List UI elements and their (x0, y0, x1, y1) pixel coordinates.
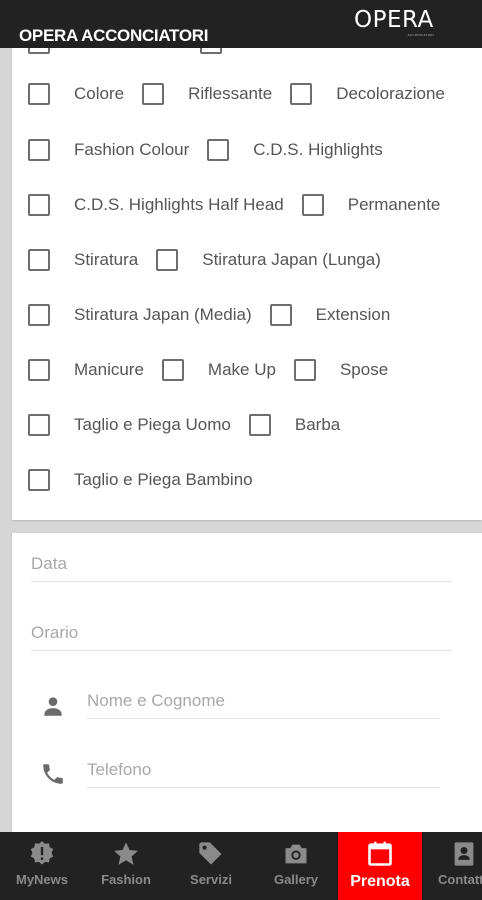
service-barba[interactable]: Barba (248, 414, 341, 436)
services-row: C.D.S. Highlights Half Head Permanente (28, 192, 458, 218)
checkbox[interactable] (293, 359, 316, 381)
service-label: Manicure (74, 360, 144, 379)
app-header: OPERA ACCONCIATORI OPERA ACCONCIATORI (0, 0, 482, 48)
checkbox[interactable] (28, 194, 50, 216)
service-label: C.D.S. Highlights (253, 140, 383, 159)
nav-item-fashion[interactable]: Fashion (84, 832, 168, 900)
checkbox[interactable] (161, 359, 184, 381)
service-label: Decolorazione (336, 84, 445, 103)
nav-item-gallery[interactable]: Gallery (254, 832, 338, 900)
service-extension[interactable]: Extension (269, 304, 391, 326)
service-label: Make Up (207, 360, 276, 379)
time-field[interactable] (31, 617, 452, 649)
service-cds-highlights-half-head[interactable]: C.D.S. Highlights Half Head (28, 194, 284, 216)
time-field-wrapper (31, 617, 452, 651)
service-taglio-piega-bambino[interactable]: Taglio e Piega Bambino (28, 469, 253, 491)
camera-icon (282, 840, 310, 868)
checkbox[interactable] (290, 83, 313, 105)
checkbox[interactable] (142, 83, 165, 105)
nav-label: MyNews (15, 872, 69, 887)
services-row: Manicure Make Up Spose (28, 357, 406, 383)
checkbox[interactable] (28, 139, 50, 161)
checkbox[interactable] (28, 359, 50, 381)
services-row: Taglio e Piega Uomo Barba (28, 412, 358, 438)
brand-logo-word: OPERA (354, 7, 434, 33)
service-cds-highlights[interactable]: C.D.S. Highlights (207, 139, 383, 161)
badge-icon (28, 840, 56, 868)
checkbox[interactable] (156, 249, 179, 271)
service-taglio-piega-uomo[interactable]: Taglio e Piega Uomo (28, 414, 231, 436)
services-row: Fashion Colour C.D.S. Highlights (28, 137, 401, 163)
phone-field[interactable] (87, 754, 440, 786)
service-manicure[interactable]: Manicure (28, 359, 144, 381)
service-label: Stiratura (74, 250, 139, 269)
service-riflessante[interactable]: Riflessante (142, 83, 272, 105)
services-row: Colore Riflessante Decolorazione (28, 81, 463, 107)
tag-icon (197, 840, 225, 868)
service-decolorazione[interactable]: Decolorazione (290, 83, 445, 105)
checkbox[interactable] (28, 304, 50, 326)
name-field[interactable] (87, 685, 440, 717)
nav-item-prenota[interactable]: Prenota (338, 832, 422, 900)
service-label: Colore (74, 84, 125, 103)
checkbox[interactable] (28, 249, 50, 271)
nav-label: Prenota (350, 873, 410, 890)
service-label: Stiratura Japan (Lunga) (202, 250, 381, 269)
nav-label: Contatti (438, 872, 482, 887)
services-card: Colore Riflessante Decolorazione Fashion… (12, 30, 482, 520)
service-label: Taglio e Piega Bambino (74, 470, 253, 489)
service-label: C.D.S. Highlights Half Head (74, 195, 284, 214)
service-stiratura[interactable]: Stiratura (28, 249, 138, 271)
checkbox[interactable] (207, 139, 230, 161)
booking-form-card (12, 533, 482, 873)
nav-item-servizi[interactable]: Servizi (168, 832, 254, 900)
calendar-icon (366, 840, 394, 868)
name-field-wrapper (87, 685, 440, 719)
service-label: Barba (294, 415, 341, 434)
service-label: Spose (339, 360, 389, 379)
checkbox[interactable] (269, 304, 292, 326)
contacts-icon (450, 840, 478, 868)
service-spose[interactable]: Spose (293, 359, 389, 381)
app-title: OPERA ACCONCIATORI (19, 26, 209, 45)
service-label: Permanente (347, 195, 441, 214)
brand-logo-sub: ACCONCIATORI (407, 33, 434, 37)
checkbox[interactable] (28, 414, 50, 436)
services-row: Taglio e Piega Bambino (28, 467, 271, 493)
service-colore[interactable]: Colore (28, 83, 124, 105)
nav-label: Fashion (101, 872, 151, 887)
person-icon (40, 693, 66, 719)
service-label: Fashion Colour (74, 140, 190, 159)
checkbox[interactable] (301, 194, 324, 216)
service-label: Stiratura Japan (Media) (74, 305, 252, 324)
checkbox[interactable] (248, 414, 271, 436)
nav-label: Servizi (190, 872, 232, 887)
brand-logo: OPERA ACCONCIATORI (354, 8, 438, 40)
services-row: Stiratura Stiratura Japan (Lunga) (28, 247, 399, 273)
nav-item-mynews[interactable]: MyNews (0, 832, 84, 900)
checkbox[interactable] (28, 83, 50, 105)
star-icon (112, 840, 140, 868)
nav-label: Gallery (273, 872, 319, 887)
service-label: Extension (315, 305, 391, 324)
service-fashion-colour[interactable]: Fashion Colour (28, 139, 189, 161)
bottom-nav: MyNews Fashion Servizi Gallery Prenota C… (0, 832, 482, 900)
service-label: Riflessante (188, 84, 273, 103)
service-stiratura-japan-lunga[interactable]: Stiratura Japan (Lunga) (156, 249, 381, 271)
phone-icon (40, 761, 66, 787)
service-make-up[interactable]: Make Up (161, 359, 276, 381)
checkbox[interactable] (28, 469, 50, 491)
phone-field-wrapper (87, 754, 440, 788)
nav-item-contatti[interactable]: Contatti (422, 832, 482, 900)
service-permanente[interactable]: Permanente (301, 194, 441, 216)
date-field[interactable] (31, 548, 452, 580)
service-label: Taglio e Piega Uomo (74, 415, 231, 434)
service-stiratura-japan-media[interactable]: Stiratura Japan (Media) (28, 304, 252, 326)
date-field-wrapper (31, 548, 452, 582)
services-row: Stiratura Japan (Media) Extension (28, 302, 408, 328)
